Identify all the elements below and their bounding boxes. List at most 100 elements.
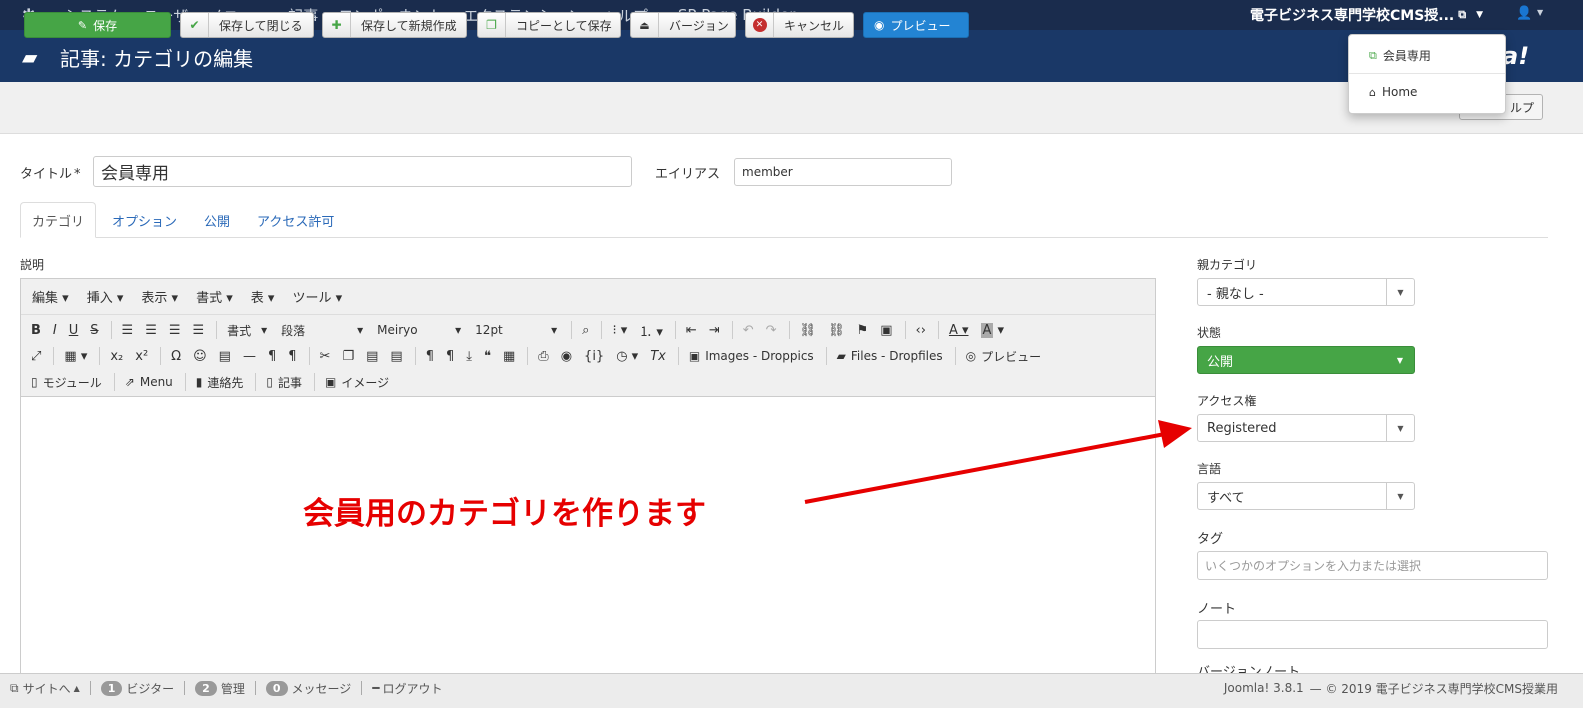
joomla-version[interactable]: Joomla! 3.8.1 xyxy=(1224,681,1304,695)
article-button[interactable]: ▯ 記事 xyxy=(266,374,302,391)
align-center-icon[interactable]: ☰ xyxy=(145,323,157,338)
image-icon[interactable]: ▣ xyxy=(880,323,892,338)
redo-icon[interactable]: ↷ xyxy=(766,323,777,338)
indent-icon[interactable]: ⇥ xyxy=(709,323,720,338)
editor-menu-insert[interactable]: 挿入 ▾ xyxy=(87,287,124,306)
editor-menu-tools[interactable]: ツール ▾ xyxy=(292,287,342,306)
save-copy-button[interactable]: ❐ コピーとして保存 xyxy=(477,12,621,38)
editor-menu-label: 表示 xyxy=(141,291,168,306)
visual-aid-icon[interactable]: ▦ xyxy=(503,349,515,364)
unlink-icon[interactable]: ⛓ xyxy=(828,323,845,338)
find-replace-icon[interactable]: ⌕ xyxy=(582,323,589,338)
module-button[interactable]: ▯ モジュール xyxy=(31,374,102,391)
save-new-button[interactable]: ✚ 保存して新規作成 xyxy=(322,12,467,38)
save-button[interactable]: ✎ 保存 xyxy=(24,12,171,38)
toolbar-separator xyxy=(53,347,55,365)
dropdown-item-home[interactable]: ⌂ Home xyxy=(1369,85,1417,99)
alias-input[interactable]: member xyxy=(734,158,952,186)
cancel-button[interactable]: ✕ キャンセル xyxy=(745,12,854,38)
numbered-list-icon[interactable]: ⒈ ▾ xyxy=(639,321,663,340)
editor-menu-format[interactable]: 書式 ▾ xyxy=(196,287,233,306)
logout-link[interactable]: ━ ログアウト xyxy=(372,680,442,697)
datetime-icon[interactable]: ◷ ▾ xyxy=(616,349,638,364)
parent-category-select[interactable]: - 親なし - ▼ xyxy=(1197,278,1415,306)
paste-text-icon[interactable]: ▤ xyxy=(390,349,402,364)
bold-icon[interactable]: B xyxy=(31,323,41,338)
emoticon-icon[interactable]: ☺ xyxy=(193,349,207,364)
user-icon[interactable]: 👤 xyxy=(1516,6,1532,21)
editor-preview-button[interactable]: ◎ プレビュー xyxy=(966,348,1042,365)
insert-after-icon[interactable]: ⤓ xyxy=(466,349,472,364)
bullet-list-icon[interactable]: ⁝ ▾ xyxy=(612,323,627,338)
strikethrough-icon[interactable]: S xyxy=(90,323,98,338)
align-right-icon[interactable]: ☰ xyxy=(169,323,181,338)
special-char-icon[interactable]: Ω xyxy=(171,349,181,364)
files-dropfiles-button[interactable]: ▰ Files - Dropfiles xyxy=(837,349,943,363)
print-icon[interactable]: ⎙ xyxy=(538,349,548,364)
copy-icon[interactable]: ❐ xyxy=(342,349,354,364)
italic-icon[interactable]: I xyxy=(53,323,57,338)
background-color-icon[interactable]: A ▾ xyxy=(980,322,1004,338)
status-separator xyxy=(254,681,256,695)
editor-menu-edit[interactable]: 編集 ▾ xyxy=(32,287,69,306)
rtl-icon[interactable]: ¶ xyxy=(288,349,296,364)
paste-icon[interactable]: ▤ xyxy=(366,349,378,364)
code-icon[interactable]: ‹› xyxy=(916,323,926,338)
cut-icon[interactable]: ✂ xyxy=(320,349,331,364)
media-icon[interactable]: ▤ xyxy=(219,349,231,364)
menu-button[interactable]: ⇗ Menu xyxy=(125,375,173,389)
undo-icon[interactable]: ↶ xyxy=(743,323,754,338)
language-select[interactable]: すべて ▼ xyxy=(1197,482,1415,510)
tab-options[interactable]: オプション xyxy=(112,202,177,238)
underline-icon[interactable]: U xyxy=(69,323,79,338)
status-select[interactable]: 公開 ▼ xyxy=(1197,346,1415,374)
fullscreen-icon[interactable]: ⤢ xyxy=(31,349,41,364)
versions-button[interactable]: ⏏ バージョン xyxy=(630,12,736,38)
action-toolbar xyxy=(0,82,1583,134)
title-input[interactable]: 会員専用 xyxy=(93,156,632,187)
editor-menu-table[interactable]: 表 ▾ xyxy=(251,287,275,306)
tab-permissions[interactable]: アクセス許可 xyxy=(257,202,334,238)
show-blocks-icon[interactable]: ¶ xyxy=(426,349,434,364)
view-site-link[interactable]: ⧉ サイトへ ▲ xyxy=(10,680,80,697)
link-icon[interactable]: ⛓ xyxy=(800,323,817,338)
messages-link[interactable]: 0 メッセージ xyxy=(265,680,351,697)
align-justify-icon[interactable]: ☰ xyxy=(193,323,205,338)
blockquote-icon[interactable]: ❝ xyxy=(484,349,491,364)
visitors-link[interactable]: 1 ビジター xyxy=(100,680,174,697)
access-select[interactable]: Registered ▼ xyxy=(1197,414,1415,442)
contact-button[interactable]: ▮ 連絡先 xyxy=(196,374,244,391)
image-button[interactable]: ▣ イメージ xyxy=(325,374,389,391)
superscript-icon[interactable]: x² xyxy=(135,349,148,364)
text-color-icon[interactable]: A ▾ xyxy=(949,323,969,338)
admins-link[interactable]: 2 管理 xyxy=(195,680,245,697)
align-left-icon[interactable]: ☰ xyxy=(122,323,134,338)
template-icon[interactable]: {i} xyxy=(584,349,604,364)
format-select[interactable]: 書式 ▾ xyxy=(227,322,267,339)
table-icon[interactable]: ▦ ▾ xyxy=(64,349,87,364)
tab-publishing[interactable]: 公開 xyxy=(204,202,230,238)
subscript-icon[interactable]: x₂ xyxy=(110,349,123,364)
clear-format-icon[interactable]: Tx xyxy=(650,349,666,364)
user-chevron-down-icon[interactable]: ▼ xyxy=(1537,8,1543,17)
block-select[interactable]: 段落 ▾ xyxy=(281,322,363,339)
tags-input[interactable]: いくつかのオプションを入力または選択 xyxy=(1197,551,1548,580)
font-family-select[interactable]: Meiryo ▾ xyxy=(377,323,461,337)
save-close-button[interactable]: ✔ 保存して閉じる xyxy=(180,12,314,38)
image-icon: ▣ xyxy=(688,349,701,363)
font-size-select[interactable]: 12pt ▾ xyxy=(475,323,557,337)
preview-icon[interactable]: ◉ xyxy=(561,349,572,364)
images-droppics-button[interactable]: ▣ Images - Droppics xyxy=(689,349,814,363)
note-input[interactable] xyxy=(1197,620,1548,649)
bookmark-icon[interactable]: ⚑ xyxy=(857,323,869,338)
horizontal-rule-icon[interactable]: — xyxy=(243,349,256,364)
visual-chars-icon[interactable]: ¶ xyxy=(446,349,454,364)
preview-button[interactable]: ◉ プレビュー xyxy=(863,12,969,38)
tab-category[interactable]: カテゴリ xyxy=(20,202,97,238)
outdent-icon[interactable]: ⇤ xyxy=(686,323,697,338)
editor-menu-view[interactable]: 表示 ▾ xyxy=(141,287,178,306)
site-name-link[interactable]: 電子ビジネス専門学校CMS授... ⧉ ▼ xyxy=(1250,0,1483,30)
ltr-icon[interactable]: ¶ xyxy=(268,349,276,364)
dropdown-item-members[interactable]: ⧉ 会員専用 xyxy=(1369,47,1431,64)
editor-content-area[interactable] xyxy=(21,397,1155,677)
